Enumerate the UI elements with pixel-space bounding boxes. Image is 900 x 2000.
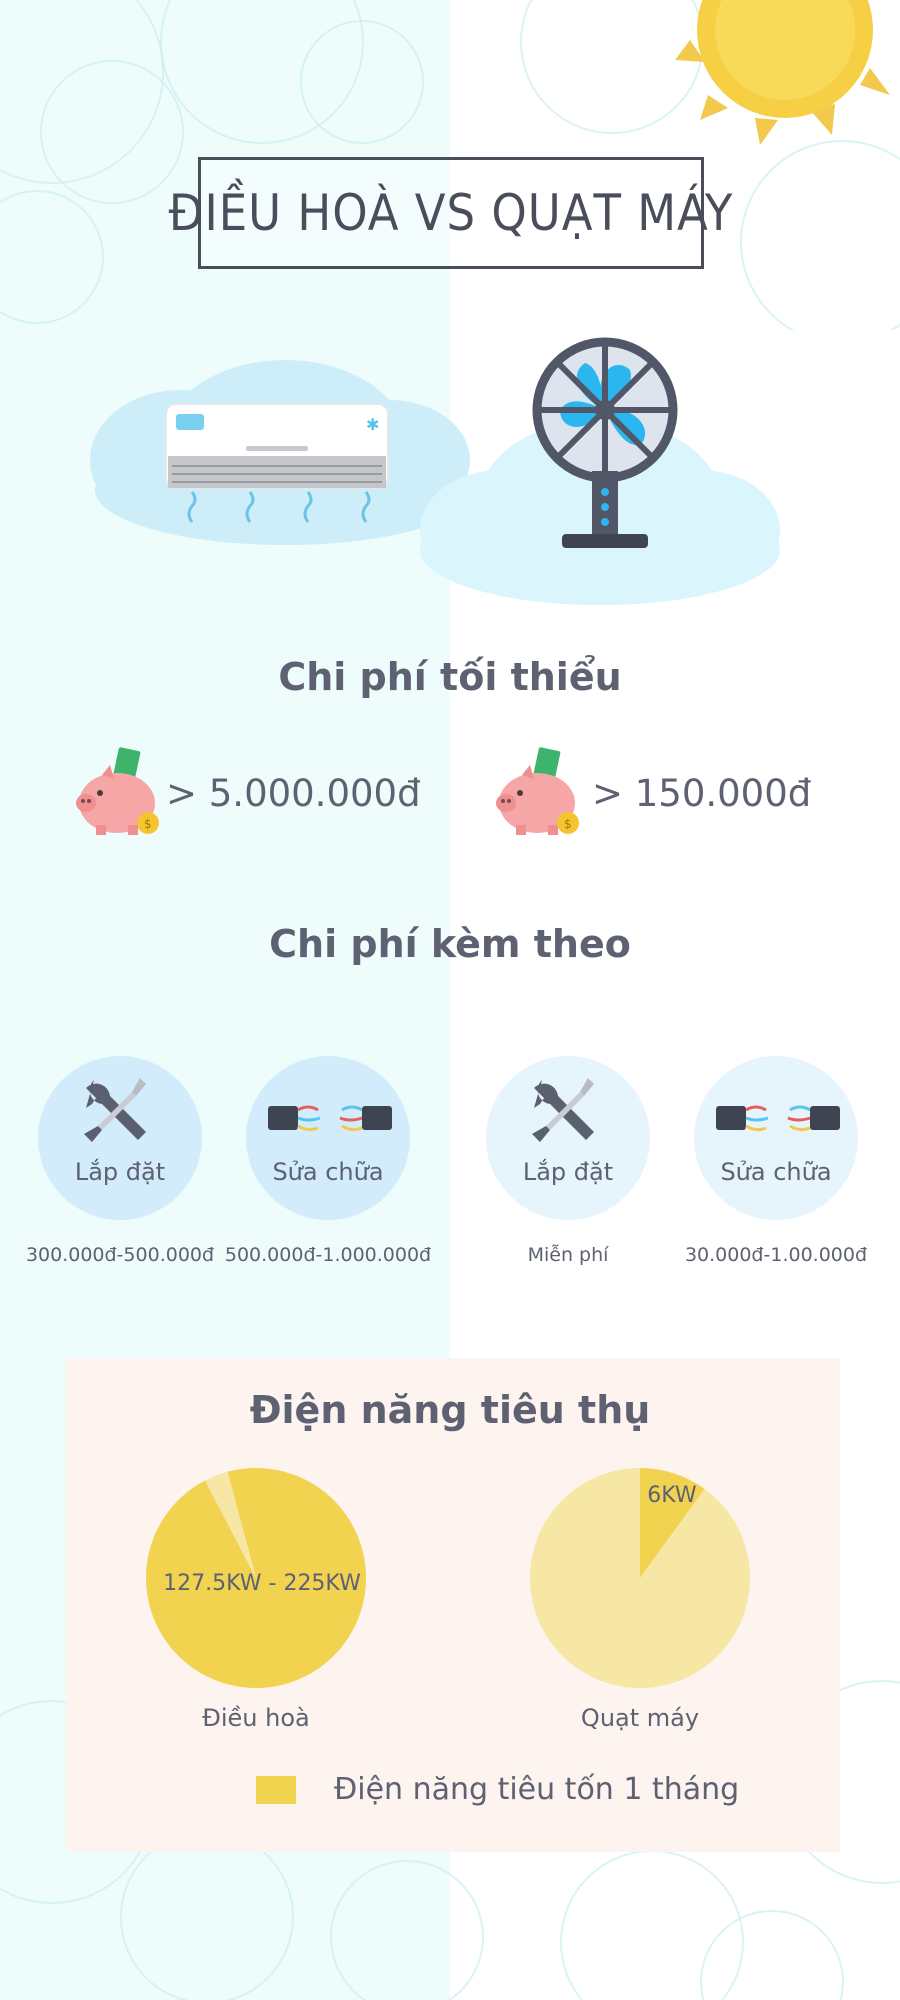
fan-min-cost: > 150.000đ [592, 772, 812, 815]
repair-label: Sửa chữa [272, 1158, 384, 1186]
repair-circle [694, 1056, 858, 1220]
cable-wires-icon [268, 1105, 392, 1132]
install-price: Miễn phí [527, 1244, 609, 1266]
wrench-screwdriver-icon [532, 1078, 594, 1142]
pie-slice-fan-1 [530, 1468, 750, 1688]
piggy-bank-icon: $ [76, 747, 159, 835]
legend-label: Điện năng tiêu tốn 1 tháng [334, 1772, 740, 1807]
repair-label: Sửa chữa [720, 1158, 832, 1186]
svg-text:$: $ [564, 817, 572, 831]
fan-icon [532, 337, 678, 548]
pie-label-fan: Quạt máy [580, 1704, 700, 1732]
power-title: Điện năng tiêu thụ [249, 1388, 651, 1432]
install-label: Lắp đặt [74, 1158, 166, 1186]
air-conditioner-min-cost: > 5.000.000đ [166, 772, 421, 815]
wrench-screwdriver-icon [84, 1078, 146, 1142]
repair-price: 30.000đ-1.00.000đ [684, 1244, 868, 1266]
repair-price: 500.000đ-1.000.000đ [224, 1244, 432, 1266]
power-pie-charts: 127.5KW - 225KW 6KW [145, 1468, 750, 1688]
page-title: ĐIỀU HOÀ VS QUẠT MÁY [168, 184, 734, 242]
install-price: 300.000đ-500.000đ [25, 1244, 215, 1266]
svg-text:$: $ [144, 817, 152, 831]
sun-icon [675, 0, 890, 145]
air-conditioner-icon: ✱ [165, 403, 389, 523]
cable-wires-icon [716, 1105, 840, 1132]
pie-data-label-air-conditioner: 127.5KW - 225KW [163, 1571, 361, 1596]
legend-swatch [256, 1776, 296, 1804]
svg-text:✱: ✱ [366, 415, 379, 434]
piggy-bank-icon: $ [496, 747, 579, 835]
install-label: Lắp đặt [522, 1158, 614, 1186]
repair-circle [246, 1056, 410, 1220]
extra-cost-title: Chi phí kèm theo [269, 922, 631, 966]
title-box: ĐIỀU HOÀ VS QUẠT MÁY [169, 157, 732, 269]
pie-data-label-fan: 6KW [647, 1483, 697, 1508]
pie-label-air-conditioner: Điều hoà [202, 1704, 310, 1732]
min-cost-title: Chi phí tối thiểu [278, 655, 622, 699]
